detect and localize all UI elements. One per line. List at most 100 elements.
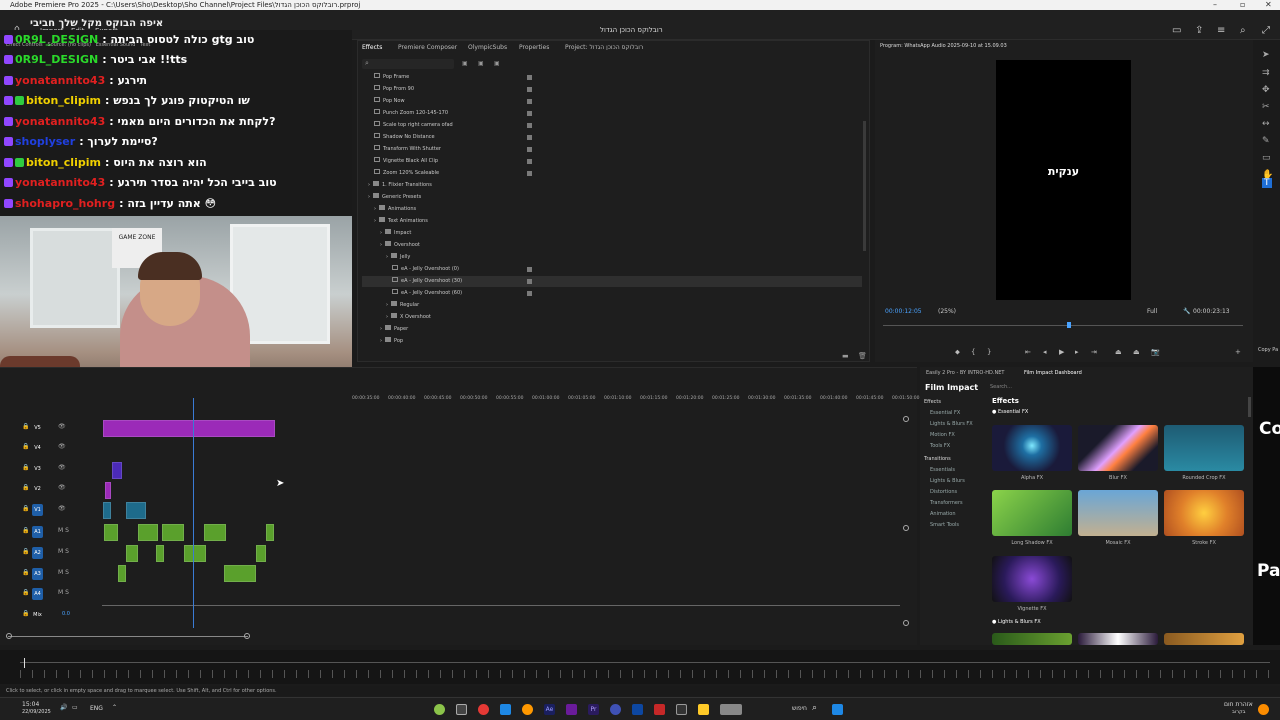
fi-sidebar-item[interactable]: Animation: [930, 511, 956, 517]
effect-item[interactable]: › Pop: [362, 336, 862, 347]
zoom-handle-right[interactable]: [244, 633, 250, 639]
search-icon[interactable]: ⌕: [1240, 25, 1246, 36]
chevron-icon[interactable]: ›: [386, 302, 388, 308]
effect-item[interactable]: Scale top right camera ofad: [362, 120, 862, 131]
app-icon[interactable]: [500, 704, 511, 715]
fi-tile[interactable]: [1164, 490, 1244, 536]
eye-icon[interactable]: 👁: [58, 443, 66, 450]
video-clip-v5[interactable]: [103, 420, 275, 437]
app-icon[interactable]: [566, 704, 577, 715]
effect-item[interactable]: Shadow No Distance: [362, 132, 862, 143]
zoom-handle-left[interactable]: [6, 633, 12, 639]
fi-sidebar-item[interactable]: Tools FX: [930, 443, 950, 449]
yuv-filter-icon[interactable]: ▣: [494, 60, 500, 67]
in-point-icon[interactable]: {: [971, 348, 975, 356]
track-target-a1[interactable]: A1: [32, 526, 43, 538]
effect-item[interactable]: › Generic Presets: [362, 192, 862, 203]
chrome-icon[interactable]: [478, 704, 489, 715]
after-effects-icon[interactable]: Ae: [544, 704, 555, 715]
effect-item[interactable]: › Text Animations: [362, 216, 862, 227]
effect-item[interactable]: › 1. Flixier Transitions: [362, 180, 862, 191]
timeline-zoom-bar[interactable]: [8, 636, 248, 637]
mix-value[interactable]: 0.0: [62, 611, 70, 617]
chevron-icon[interactable]: ›: [374, 206, 376, 212]
effect-item[interactable]: Punch Zoom 120-145-170: [362, 108, 862, 119]
effect-item[interactable]: Pop From 90: [362, 84, 862, 95]
step-back-icon[interactable]: ◂: [1043, 348, 1047, 356]
eye-icon[interactable]: 👁: [58, 505, 66, 512]
marker-icon[interactable]: ⬥: [955, 348, 960, 357]
fi-tile[interactable]: [1078, 490, 1158, 536]
track-select-icon[interactable]: ⇉: [1262, 68, 1270, 78]
fi-tile-partial[interactable]: [1164, 633, 1244, 645]
lock-icon[interactable]: 🔒: [22, 423, 29, 430]
zoom-select[interactable]: (25%): [938, 308, 956, 315]
start-icon[interactable]: [832, 704, 843, 715]
fi-sidebar-item[interactable]: Lights & Blurs: [930, 478, 965, 484]
vscroll-handle[interactable]: [903, 416, 909, 422]
selection-tool-icon[interactable]: ➤: [1262, 50, 1270, 60]
out-point-icon[interactable]: }: [987, 348, 991, 356]
vscroll-handle[interactable]: [903, 620, 909, 626]
effects-search-input[interactable]: ⌕: [362, 59, 454, 69]
eye-icon[interactable]: 👁: [58, 484, 66, 491]
trash-icon[interactable]: 🗑: [858, 352, 867, 360]
weather-icon[interactable]: [1258, 704, 1269, 715]
chevron-icon[interactable]: ›: [386, 254, 388, 260]
fi-tile[interactable]: [992, 556, 1072, 602]
chevron-icon[interactable]: ›: [380, 338, 382, 344]
razor-tool-icon[interactable]: ✂: [1262, 102, 1270, 112]
effect-item[interactable]: Vignette Black All Clip: [362, 156, 862, 167]
effect-item[interactable]: Pop Frame: [362, 72, 862, 83]
tab-premiere-composer[interactable]: Premiere Composer: [398, 44, 457, 51]
mute-solo-icon[interactable]: M S: [58, 527, 69, 534]
chevron-icon[interactable]: ›: [386, 314, 388, 320]
play-icon[interactable]: ▶: [1059, 348, 1064, 356]
clock-time[interactable]: 15:04: [22, 701, 39, 708]
track-target-v1[interactable]: V1: [32, 504, 43, 516]
audio-clip-a1[interactable]: [266, 524, 274, 541]
track-a4[interactable]: 🔒 A4 M S: [0, 584, 905, 604]
track-target-v3[interactable]: V3: [32, 463, 43, 475]
chevron-icon[interactable]: ›: [368, 194, 370, 200]
track-target-v4[interactable]: V4: [32, 442, 43, 454]
track-target-a3[interactable]: A3: [32, 568, 43, 580]
step-forward-icon[interactable]: ▸: [1075, 348, 1079, 356]
maximize-icon[interactable]: ▫: [1240, 0, 1245, 10]
audio-clip-a3[interactable]: [118, 565, 126, 582]
taskbar-search[interactable]: חיפוש: [792, 705, 807, 712]
tab-film-impact[interactable]: Film Impact Dashboard: [1024, 370, 1082, 376]
track-target-mix[interactable]: Mix: [32, 609, 43, 621]
lock-icon[interactable]: 🔒: [22, 589, 29, 596]
fi-tile[interactable]: [992, 425, 1072, 471]
fi-search-input[interactable]: Search...: [990, 384, 1012, 390]
fi-scrollbar[interactable]: [1248, 397, 1251, 417]
fi-sidebar-item[interactable]: Essentials: [930, 467, 955, 473]
fullscreen-icon[interactable]: ⤢: [1262, 25, 1270, 36]
brave-icon[interactable]: [654, 704, 665, 715]
fi-sidebar-item[interactable]: Smart Tools: [930, 522, 959, 528]
wrench-icon[interactable]: 🔧: [1183, 308, 1190, 315]
tab-effects[interactable]: Effects: [362, 44, 382, 51]
ripple-edit-icon[interactable]: ✥: [1262, 85, 1270, 95]
lock-icon[interactable]: 🔒: [22, 548, 29, 555]
fi-tile[interactable]: [1078, 425, 1158, 471]
effect-item[interactable]: Transform With Shutter: [362, 144, 862, 155]
tab-project[interactable]: Project: רובלוקס הכוכן הגדול: [565, 44, 643, 51]
network-icon[interactable]: ▭: [72, 704, 78, 711]
scrollbar[interactable]: [863, 121, 866, 251]
app-icon[interactable]: [522, 704, 533, 715]
track-target-a4[interactable]: A4: [32, 588, 43, 600]
quality-select[interactable]: Full: [1147, 308, 1157, 315]
effect-item[interactable]: › Overshoot: [362, 240, 862, 251]
menu-icon[interactable]: ≡: [1217, 25, 1225, 36]
discord-icon[interactable]: [610, 704, 621, 715]
effect-item[interactable]: eA - Jelly Overshoot (0): [362, 264, 862, 275]
track-target-v2[interactable]: V2: [32, 483, 43, 495]
minimize-icon[interactable]: –: [1213, 0, 1217, 10]
lock-icon[interactable]: 🔒: [22, 610, 29, 617]
export-frame-icon[interactable]: 📷: [1151, 348, 1160, 356]
extract-icon[interactable]: ⏏: [1133, 348, 1140, 356]
lock-icon[interactable]: 🔒: [22, 527, 29, 534]
fi-tile-partial[interactable]: [992, 633, 1072, 645]
